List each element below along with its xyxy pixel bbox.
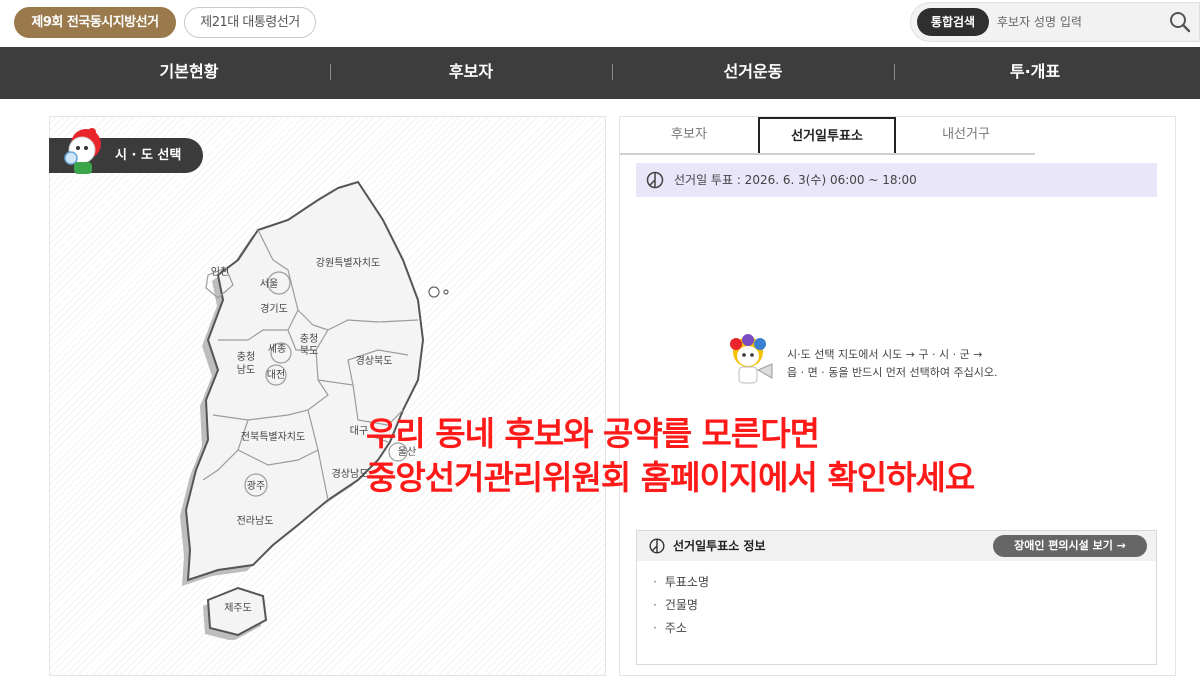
ballot-icon: [646, 171, 664, 189]
helper-line-2: 읍 · 면 · 동을 반드시 먼저 선택하여 주십시오.: [787, 366, 998, 379]
accessibility-facilities-button[interactable]: 장애인 편의시설 보기 →: [993, 535, 1147, 557]
mascot-icon: [64, 128, 101, 174]
overlay-caption-line-2: 중앙선거관리위원회 홈페이지에서 확인하세요: [366, 458, 975, 497]
map-label-chungnam-2[interactable]: 남도: [237, 364, 255, 376]
nav-voting-counting[interactable]: 투·개표: [894, 47, 1176, 99]
map-label-chungnam-1[interactable]: 충청: [237, 351, 255, 363]
top-bar: 제9회 전국동시지방선거 제21대 대통령선거 통합검색: [0, 0, 1200, 47]
map-label-gwangju[interactable]: 광주: [247, 480, 265, 492]
map-label-gyeonggi[interactable]: 경기도: [260, 302, 288, 315]
map-label-jeonnam[interactable]: 전라남도: [237, 515, 274, 527]
info-item-address: 주소: [653, 617, 709, 640]
info-title: 선거일투표소 정보: [673, 539, 766, 553]
overlay-caption: 우리 동네 후보와 공약를 모른다면 중앙선거관리위원회 홈페이지에서 확인하세…: [366, 412, 975, 500]
main-nav: 기본현황 후보자 선거운동 투·개표: [0, 47, 1200, 99]
tab-my-district[interactable]: 내선거구: [897, 117, 1035, 155]
map-label-gangwon[interactable]: 강원특별자치도: [316, 257, 380, 269]
polling-place-info-box: 선거일투표소 정보 장애인 편의시설 보기 → 투표소명 건물명 주소: [636, 530, 1157, 665]
vote-date-notice: 선거일 투표 : 2026. 6. 3(수) 06:00 ~ 18:00: [636, 163, 1157, 197]
overlay-caption-line-1: 우리 동네 후보와 공약를 모른다면: [366, 414, 820, 453]
helper-mascot-icon: [730, 334, 773, 384]
map-label-gyeongnam[interactable]: 경상남도: [332, 467, 369, 480]
candidate-search-input[interactable]: [997, 12, 1157, 32]
ballot-icon: [649, 538, 665, 554]
info-item-building-name: 건물명: [653, 594, 709, 617]
tabs-underline: [620, 153, 1035, 155]
map-label-seoul[interactable]: 서울: [260, 278, 278, 290]
info-item-polling-place-name: 투표소명: [653, 571, 709, 594]
map-label-daejeon[interactable]: 대전: [267, 369, 285, 381]
korea-province-map: 인천 서울 경기도 강원특별자치도 충청 북도 충청 남도 세종 대전 경상북도…: [180, 180, 449, 640]
search-box: 통합검색: [910, 2, 1200, 42]
map-label-incheon[interactable]: 인천: [211, 266, 229, 278]
map-label-jeonbuk[interactable]: 전북특별자치도: [241, 431, 305, 443]
tab-candidates[interactable]: 후보자: [620, 117, 758, 155]
map-label-chungbuk-1[interactable]: 충청: [300, 333, 318, 345]
nav-campaign[interactable]: 선거운동: [612, 47, 894, 99]
helper-line-1: 시·도 선택 지도에서 시도 → 구 · 시 · 군 →: [787, 348, 983, 361]
tab-election-day-polling[interactable]: 선거일투표소: [758, 117, 896, 155]
info-header: 선거일투표소 정보 장애인 편의시설 보기 →: [637, 531, 1156, 561]
helper-instruction: 시·도 선택 지도에서 시도 → 구 · 시 · 군 → 읍 · 면 · 동을 …: [787, 346, 1047, 382]
nav-candidates[interactable]: 후보자: [330, 47, 612, 99]
map-label-sejong[interactable]: 세종: [268, 343, 286, 355]
info-list: 투표소명 건물명 주소: [653, 571, 709, 640]
map-region-outline: [184, 180, 425, 582]
election-tab-presidential[interactable]: 제21대 대통령선거: [184, 7, 316, 38]
election-tab-local[interactable]: 제9회 전국동시지방선거: [14, 7, 176, 38]
search-icon[interactable]: [1169, 11, 1191, 33]
map-label-chungbuk-2[interactable]: 북도: [300, 345, 318, 357]
map-label-gyeongbuk[interactable]: 경상북도: [356, 354, 393, 367]
nav-basic-status[interactable]: 기본현황: [48, 47, 330, 99]
right-tabs: 후보자 선거일투표소 내선거구: [620, 117, 1035, 155]
integrated-search-button[interactable]: 통합검색: [917, 8, 989, 36]
map-label-jeju[interactable]: 제주도: [224, 602, 252, 614]
